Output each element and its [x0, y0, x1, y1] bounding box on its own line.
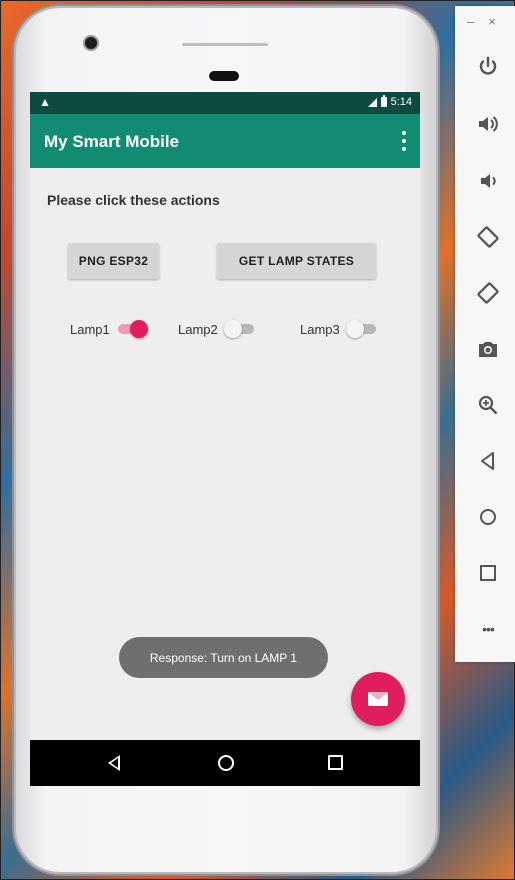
lamp2-label: Lamp2	[178, 321, 218, 337]
lamp2-control[interactable]: Lamp2	[178, 319, 256, 339]
signal-icon	[367, 97, 377, 107]
back-icon[interactable]	[475, 448, 501, 474]
close-button[interactable]: ×	[488, 14, 496, 29]
status-time: 5:14	[390, 96, 412, 108]
lamp1-toggle[interactable]	[116, 319, 148, 339]
app-bar: My Smart Mobile	[30, 114, 420, 168]
lamp1-control[interactable]: Lamp1	[70, 319, 148, 339]
nav-recent-icon[interactable]	[328, 755, 343, 770]
rotate-left-icon[interactable]	[475, 224, 501, 250]
nav-home-icon[interactable]	[218, 755, 234, 771]
phone-screen: ▲ 5:14 My Smart Mobile Please click thes…	[30, 92, 420, 786]
minimize-button[interactable]: –	[467, 14, 474, 29]
toast-message: Response: Turn on LAMP 1	[119, 637, 328, 678]
status-indicators: 5:14	[367, 95, 412, 108]
lamp3-control[interactable]: Lamp3	[300, 319, 378, 339]
ping-esp32-button[interactable]: PNG ESP32	[68, 243, 159, 279]
zoom-icon[interactable]	[475, 392, 501, 418]
nav-back-icon[interactable]	[108, 755, 120, 771]
lamp3-toggle[interactable]	[345, 319, 378, 339]
app-title: My Smart Mobile	[44, 132, 180, 151]
overflow-menu-icon[interactable]	[402, 131, 406, 151]
volume-down-icon[interactable]	[475, 168, 501, 194]
warning-icon: ▲	[39, 95, 51, 109]
lamp3-label: Lamp3	[300, 321, 340, 337]
home-icon[interactable]	[475, 504, 501, 530]
lamp1-label: Lamp1	[70, 321, 110, 337]
front-camera	[85, 37, 97, 49]
volume-up-icon[interactable]	[475, 111, 501, 137]
battery-icon	[380, 95, 387, 107]
emulator-toolbar: – × •••	[455, 6, 515, 662]
overview-icon[interactable]	[475, 560, 501, 586]
earpiece	[182, 43, 268, 46]
lamp2-toggle[interactable]	[223, 319, 256, 339]
email-fab-button[interactable]	[351, 672, 405, 726]
more-options-icon[interactable]: •••	[475, 616, 501, 642]
rotate-right-icon[interactable]	[475, 280, 501, 306]
get-lamp-states-button[interactable]: GET LAMP STATES	[217, 243, 376, 279]
email-icon	[368, 692, 388, 706]
android-nav-bar	[30, 740, 420, 786]
camera-icon[interactable]	[475, 336, 501, 362]
proximity-sensor	[209, 71, 239, 81]
window-controls: – ×	[467, 14, 496, 29]
power-icon[interactable]	[475, 54, 501, 80]
instructions-label: Please click these actions	[47, 192, 220, 208]
status-bar: ▲ 5:14	[30, 92, 420, 114]
